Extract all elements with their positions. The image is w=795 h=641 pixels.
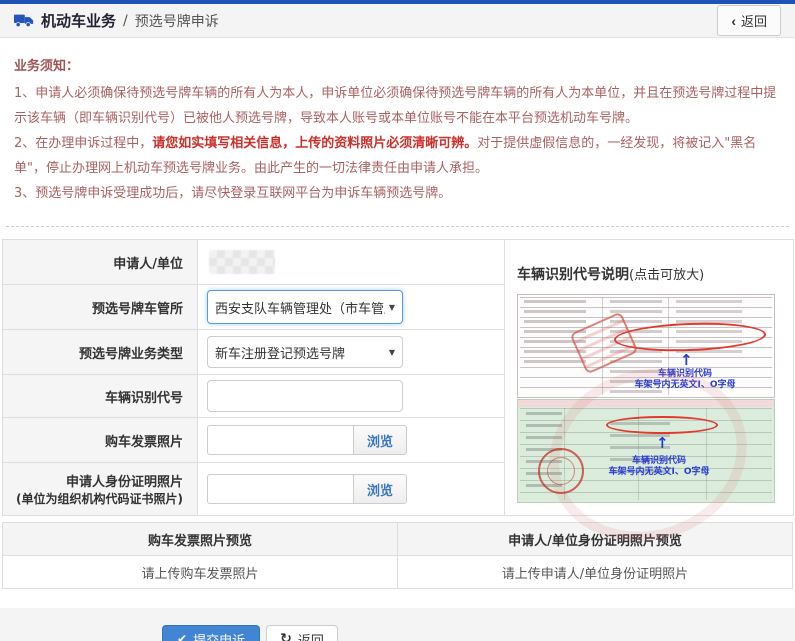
business-notice: 业务须知： 1、申请人必须确保待预选号牌车辆的所有人为本人，申诉单位必须确保待预… — [0, 38, 795, 216]
invoice-browse-button[interactable]: 浏览 — [353, 425, 407, 455]
notice-line-2: 2、在办理申诉过程中，请您如实填写相关信息，上传的资料照片必须清晰可辨。对于提供… — [14, 131, 783, 181]
certificate-sample: ↑ 车辆识别代码 车架号内无英文I、O字母 — [517, 294, 775, 398]
invoice-preview-placeholder: 请上传购车发票照片 — [3, 556, 398, 589]
back-button-top[interactable]: ‹ 返回 — [717, 5, 781, 36]
invoice-photo-label: 购车发票照片 — [3, 418, 198, 463]
check-icon: ✔ — [177, 632, 187, 641]
applicant-label: 申请人/单位 — [3, 240, 198, 285]
business-type-select-value: 新车注册登记预选号牌 — [215, 343, 385, 362]
id-photo-group: 浏览 — [207, 474, 407, 504]
id-preview-header: 申请人/单位身份证明照片预览 — [398, 523, 793, 556]
dashed-divider — [6, 226, 789, 227]
id-preview-placeholder: 请上传申请人/单位身份证明照片 — [398, 556, 793, 589]
notice-line-2-highlight: 请您如实填写相关信息，上传的资料照片必须清晰可辨。 — [152, 136, 477, 151]
action-bar: ✔ 提交申诉 ↻ 返回 — [0, 608, 795, 641]
id-photo-label-sub: (单位为组织机构代码证书照片) — [3, 490, 183, 507]
select-arrow-icon: ▼ — [389, 303, 395, 312]
office-label: 预选号牌车管所 — [3, 285, 198, 330]
back-button-bottom[interactable]: ↻ 返回 — [266, 625, 338, 641]
office-select-value: 西安支队车辆管理处（市车管所 — [215, 298, 385, 317]
vin-guide-title-text: 车辆识别代号说明 — [517, 267, 629, 283]
select-arrow-icon: ▼ — [389, 348, 395, 357]
id-photo-label-main: 申请人身份证明照片 — [66, 475, 183, 490]
photo-preview-table: 购车发票照片预览 申请人/单位身份证明照片预览 请上传购车发票照片 请上传申请人… — [2, 522, 793, 589]
truck-icon — [14, 13, 34, 28]
invoice-sample: ↑ 车辆识别代码 车架号内无英文I、O字母 — [517, 399, 775, 503]
invoice-photo-input[interactable] — [207, 425, 353, 455]
applicant-value-redacted — [209, 250, 275, 274]
vin-annotation-2-line1: 车辆识别代码 — [584, 456, 734, 467]
breadcrumb: 机动车业务 / 预选号牌申诉 — [14, 10, 219, 31]
submit-appeal-label: 提交申诉 — [193, 630, 245, 641]
notice-title: 业务须知： — [14, 54, 783, 79]
invoice-preview-header: 购车发票照片预览 — [3, 523, 398, 556]
id-photo-label: 申请人身份证明照片 (单位为组织机构代码证书照片) — [3, 463, 198, 516]
business-type-select[interactable]: 新车注册登记预选号牌 ▼ — [207, 336, 403, 368]
vin-annotation-line1: 车辆识别代码 — [610, 369, 760, 380]
vin-guide-panel: 车辆识别代号说明(点击可放大) ↑ 车辆识别代码 车架号内无英文I、O字母 — [505, 240, 794, 516]
page-header: 机动车业务 / 预选号牌申诉 ‹ 返回 — [0, 4, 795, 38]
vin-annotation-line2: 车架号内无英文I、O字母 — [610, 380, 760, 391]
breadcrumb-section: 机动车业务 — [41, 10, 116, 31]
arrow-up-icon-2: ↑ — [656, 436, 669, 450]
refresh-icon: ↻ — [280, 631, 292, 641]
back-button-bottom-label: 返回 — [298, 630, 324, 641]
vin-input[interactable] — [207, 380, 403, 412]
back-button-top-label: 返回 — [741, 11, 767, 30]
office-select[interactable]: 西安支队车辆管理处（市车管所 ▼ — [207, 290, 403, 324]
vin-annotation-2-line2: 车架号内无英文I、O字母 — [584, 467, 734, 478]
notice-line-1: 1、申请人必须确保待预选号牌车辆的所有人为本人，申诉单位必须确保待预选号牌车辆的… — [14, 81, 783, 131]
vin-guide-title: 车辆识别代号说明(点击可放大) — [517, 264, 783, 284]
breadcrumb-page: 预选号牌申诉 — [135, 11, 219, 31]
id-browse-button[interactable]: 浏览 — [353, 474, 407, 504]
breadcrumb-separator: / — [123, 13, 128, 29]
round-stamp — [538, 448, 584, 494]
notice-line-2-prefix: 2、在办理申诉过程中， — [14, 136, 152, 151]
vin-guide-image[interactable]: ↑ 车辆识别代码 车架号内无英文I、O字母 ↑ — [517, 294, 779, 503]
business-type-label: 预选号牌业务类型 — [3, 330, 198, 375]
chevron-left-icon: ‹ — [731, 16, 736, 26]
notice-line-3: 3、预选号牌申诉受理成功后，请尽快登录互联网平台为申诉车辆预选号牌。 — [14, 181, 783, 206]
vin-annotation-2: 车辆识别代码 车架号内无英文I、O字母 — [584, 456, 734, 478]
invoice-photo-group: 浏览 — [207, 425, 407, 455]
vin-highlight-ellipse-2 — [606, 416, 718, 434]
arrow-up-icon: ↑ — [680, 353, 693, 367]
appeal-form: 申请人/单位 车辆识别代号说明(点击可放大) ↑ 车辆识别代码 — [2, 239, 794, 516]
page: 机动车业务 / 预选号牌申诉 ‹ 返回 业务须知： 1、申请人必须确保待预选号牌… — [0, 0, 795, 641]
id-photo-input[interactable] — [207, 474, 353, 504]
vin-guide-subtitle: (点击可放大) — [629, 268, 704, 283]
vin-annotation: 车辆识别代码 车架号内无英文I、O字母 — [610, 369, 760, 391]
vin-label: 车辆识别代号 — [3, 375, 198, 418]
submit-appeal-button[interactable]: ✔ 提交申诉 — [162, 625, 260, 641]
